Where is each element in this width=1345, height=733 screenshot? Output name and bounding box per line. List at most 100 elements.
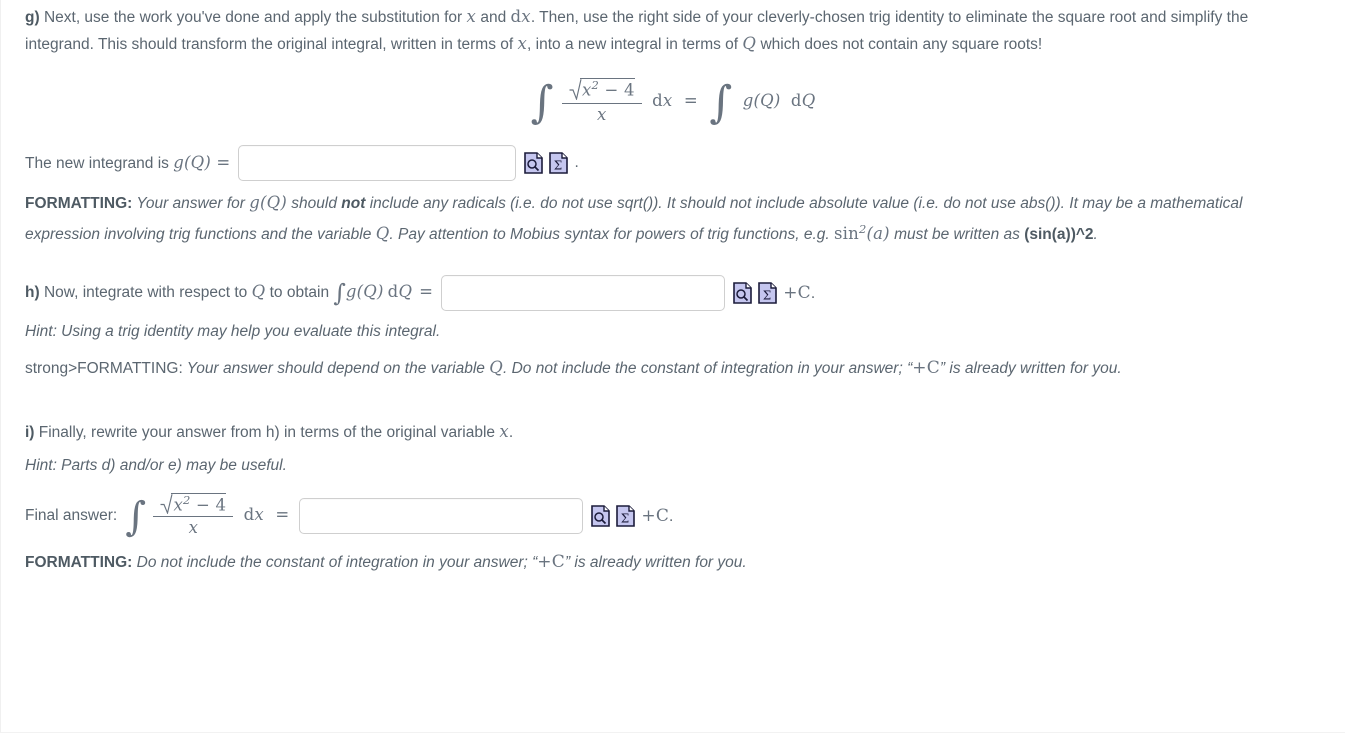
formatting-i-plus-c: +C: [537, 551, 565, 572]
part-g-marker: g): [25, 9, 40, 26]
svg-text:Σ: Σ: [621, 511, 629, 525]
plus-c-math: +C: [641, 505, 670, 526]
part-g-answer-input[interactable]: [238, 145, 517, 181]
math-sigma-palette-icon[interactable]: Σ: [757, 281, 779, 305]
formatting-text-4: . Pay attention to Mobius syntax for pow…: [389, 225, 834, 243]
part-g-answer-row: The new integrand is g(Q) = Σ .: [25, 145, 1321, 181]
part-h-integral-fn: g(Q): [345, 282, 384, 302]
formatting-text-2: should: [286, 195, 342, 212]
part-i-var-x: x: [499, 422, 509, 442]
part-h-var-q: Q: [251, 282, 266, 302]
square-root: x2 − 4: [569, 78, 635, 101]
formatting-text-5: must be written as: [889, 225, 1025, 243]
preview-magnifier-icon[interactable]: [590, 504, 612, 528]
part-g-text-4: , into a new integral in terms of: [527, 35, 743, 53]
part-i-text-2: .: [508, 424, 514, 442]
part-h-hint: Hint: Using a trig identity may help you…: [25, 319, 1270, 345]
formatting-code: (sin(a))^2: [1024, 225, 1094, 243]
math-sigma-palette-icon[interactable]: Σ: [615, 504, 637, 528]
radicand-exponent: 2: [591, 78, 600, 92]
part-g-answer-label: The new integrand is g(Q) =: [25, 153, 230, 173]
formatting-h-var-q: Q: [489, 357, 503, 377]
radicand-exponent: 2: [183, 493, 191, 508]
formatting-h-plus-c: +C: [912, 357, 940, 378]
part-h-equals: =: [419, 282, 434, 302]
part-g-text-1: Next, use the work you've done and apply…: [39, 9, 467, 26]
part-i-prompt: i) Finally, rewrite your answer from h) …: [25, 419, 1270, 446]
formatting-i-text-1: Do not include the constant of integrati…: [132, 553, 538, 571]
svg-text:Σ: Σ: [763, 289, 771, 303]
part-h-tool-icons: Σ: [732, 281, 779, 305]
radicand-rest: − 4: [604, 80, 635, 100]
math-sigma-palette-icon[interactable]: Σ: [548, 151, 570, 175]
radical-overbar: [579, 78, 635, 79]
integral-sign: ∫: [125, 493, 147, 540]
part-h-text-2: to obtain: [265, 284, 334, 302]
rhs-differential: dQ: [790, 90, 816, 110]
fraction-sqrt-over-x: x2 − 4 x: [561, 78, 642, 123]
square-root: x2 − 4: [160, 493, 227, 516]
part-g-text-5: which does not contain any square roots!: [756, 35, 1043, 53]
part-i-formatting: FORMATTING: Do not include the constant …: [25, 550, 1270, 576]
part-h-integral-sign: ∫: [333, 279, 346, 308]
part-h-formatting: strong>FORMATTING: Your answer should de…: [25, 355, 1270, 382]
preview-magnifier-icon[interactable]: [523, 151, 545, 175]
radical-svg: [160, 494, 174, 516]
part-i-answer-row: Final answer: ∫ x2 − 4 x dx = Σ +C.: [25, 493, 1321, 540]
part-h-trailing-period: .: [810, 285, 816, 303]
part-g-tool-icons: Σ: [523, 151, 570, 175]
spacer-h-i: [25, 381, 1321, 411]
part-g-formatting: FORMATTING: Your answer for g(Q) should …: [25, 190, 1270, 247]
part-g-text-2: and: [476, 9, 511, 26]
fraction-bar: [561, 102, 642, 104]
formatting-h-text-2: . Do not include the constant of integra…: [502, 359, 913, 377]
math-var-q: Q: [742, 33, 757, 53]
fraction-numerator: x2 − 4: [562, 78, 642, 102]
preview-magnifier-icon[interactable]: [732, 281, 754, 305]
fraction-numerator: x2 − 4: [153, 493, 233, 516]
formatting-i-text-2: ” is already written for you.: [564, 553, 747, 571]
answer-label-equals: =: [210, 153, 231, 172]
radical-overbar: [171, 493, 227, 495]
integral-sign: ∫: [530, 77, 554, 129]
part-g-display-equation: ∫ x2 − 4 x dx = ∫ g(Q) dQ: [25, 71, 1321, 139]
fraction-bar: [153, 516, 234, 518]
radicand-rest: − 4: [195, 495, 227, 515]
hint-text: Using a trig identity may help you evalu…: [56, 323, 441, 341]
part-h-plus-c: +C.: [783, 283, 815, 303]
radicand-x: x: [173, 495, 183, 515]
part-h-integral-differential: dQ: [387, 282, 413, 302]
formatting-raw-label: strong>FORMATTING:: [25, 359, 183, 377]
radical-sign: [569, 78, 582, 101]
formatting-h-text-1: Your answer should depend on the variabl…: [182, 359, 490, 377]
differential-dx: dx: [243, 505, 264, 525]
question-content: g) Next, use the work you've done and ap…: [1, 0, 1345, 575]
plus-c-math: +C: [783, 283, 811, 304]
equals-sign: =: [683, 90, 698, 110]
formatting-text-6: .: [1093, 225, 1098, 243]
rhs-function: g(Q): [742, 90, 781, 110]
differential-dx: dx: [652, 90, 673, 110]
part-i-tool-icons: Σ: [590, 504, 637, 528]
part-h-row: h) Now, integrate with respect to Q to o…: [25, 275, 1321, 312]
math-var-x-2: x: [517, 33, 528, 53]
formatting-sin: sin: [833, 223, 859, 243]
fraction-sqrt-over-x: x2 − 4 x: [153, 493, 234, 537]
part-h-prompt: h) Now, integrate with respect to Q to o…: [25, 279, 433, 307]
final-answer-label: Final answer:: [25, 506, 118, 524]
spacer-g-h: [25, 247, 1321, 269]
svg-text:Σ: Σ: [554, 159, 562, 173]
part-h-answer-input[interactable]: [441, 275, 726, 312]
part-g-trailing-period: .: [574, 154, 579, 171]
part-g-prompt: g) Next, use the work you've done and ap…: [25, 4, 1270, 57]
formatting-label: FORMATTING:: [25, 195, 133, 212]
part-i-answer-input[interactable]: [299, 497, 584, 534]
radical-sign: [160, 493, 174, 516]
part-i-equation: ∫ x2 − 4 x dx =: [125, 493, 289, 540]
formatting-function: g(Q): [249, 193, 287, 212]
formatting-label: FORMATTING:: [25, 553, 133, 571]
formatting-sin-arg: (a): [866, 223, 890, 243]
part-i-trailing-period: .: [669, 507, 674, 525]
formatting-var-q: Q: [375, 223, 390, 243]
formatting-text-1: Your answer for: [132, 195, 250, 212]
